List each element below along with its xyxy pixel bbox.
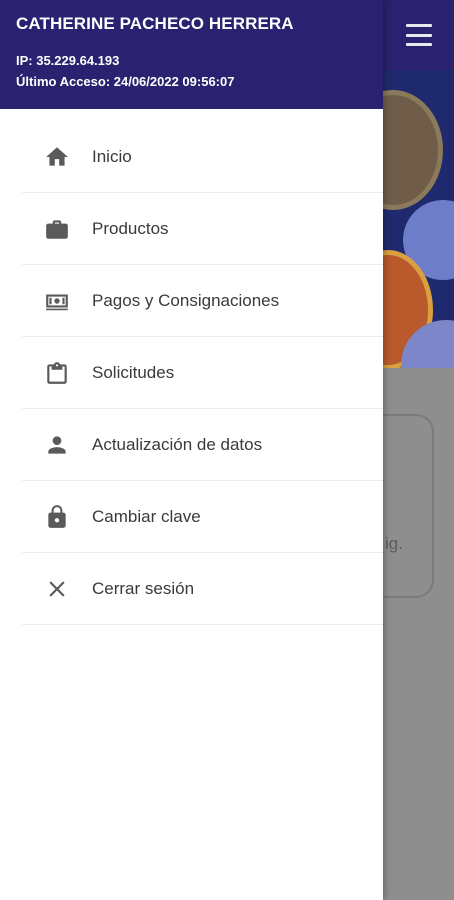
- content-card-text: ig.: [385, 534, 403, 553]
- user-last-access: Último Acceso: 24/06/2022 09:56:07: [16, 74, 235, 89]
- menu-item-solicitudes[interactable]: Solicitudes: [22, 337, 383, 409]
- menu-item-label: Cambiar clave: [92, 506, 201, 526]
- menu-item-label: Pagos y Consignaciones: [92, 290, 280, 310]
- money-icon: [22, 288, 92, 314]
- clipboard-icon: [22, 360, 92, 386]
- menu-item-label: Cerrar sesión: [92, 578, 195, 598]
- menu-item-inicio[interactable]: Inicio: [22, 121, 383, 193]
- menu-item-label: Productos: [92, 218, 169, 238]
- drawer-menu: Inicio Productos Pagos y Consignaciones …: [22, 121, 383, 625]
- drawer-header: CATHERINE PACHECO HERRERA IP: 35.229.64.…: [0, 0, 383, 109]
- menu-item-cambiar-clave[interactable]: Cambiar clave: [22, 481, 383, 553]
- menu-item-label: Solicitudes: [92, 362, 175, 382]
- menu-item-actualizacion-datos[interactable]: Actualización de datos: [22, 409, 383, 481]
- user-ip: IP: 35.229.64.193: [16, 53, 120, 68]
- menu-item-productos[interactable]: Productos: [22, 193, 383, 265]
- person-icon: [22, 432, 92, 458]
- menu-item-label: Actualización de datos: [92, 434, 263, 454]
- close-icon: [22, 576, 92, 602]
- menu-item-label: Inicio: [92, 146, 132, 166]
- user-name: CATHERINE PACHECO HERRERA: [16, 14, 294, 33]
- lock-icon: [22, 504, 92, 530]
- home-icon: [22, 144, 92, 170]
- menu-item-pagos-consignaciones[interactable]: Pagos y Consignaciones: [22, 265, 383, 337]
- banner-photo-circle: [383, 90, 443, 210]
- menu-item-cerrar-sesion[interactable]: Cerrar sesión: [22, 553, 383, 625]
- navigation-drawer: CATHERINE PACHECO HERRERA IP: 35.229.64.…: [0, 0, 383, 900]
- briefcase-icon: [22, 216, 92, 242]
- hamburger-menu-icon[interactable]: [406, 24, 432, 46]
- promo-banner: [383, 70, 454, 368]
